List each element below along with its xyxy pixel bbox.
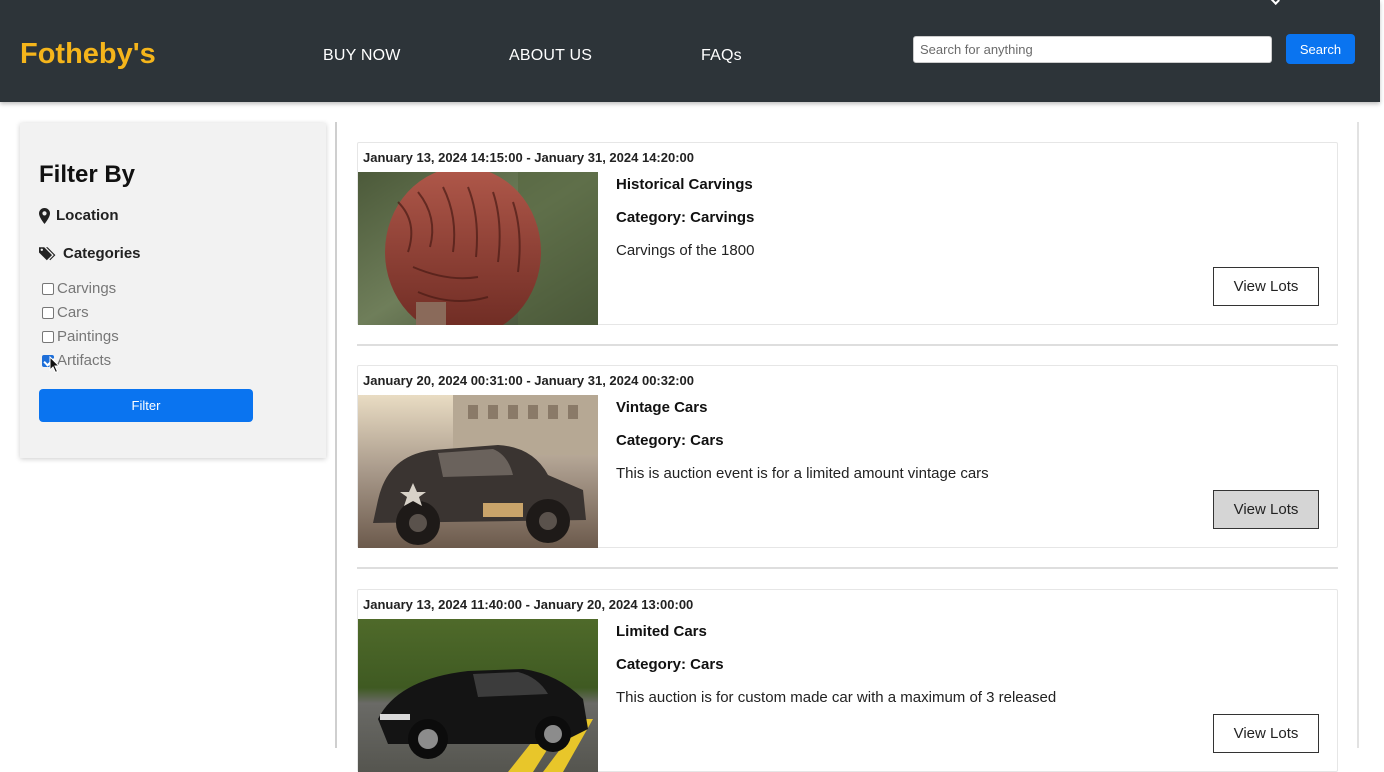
card-divider: [357, 344, 1338, 346]
category-label: Cars: [57, 304, 89, 321]
auction-description: This is auction event is for a limited a…: [616, 465, 989, 482]
location-filter[interactable]: Location: [39, 207, 119, 224]
checkbox-carvings[interactable]: [42, 282, 54, 295]
vintage-car-image[interactable]: [358, 395, 598, 548]
auction-card: January 20, 2024 00:31:00 - January 31, …: [357, 365, 1338, 548]
category-label: Paintings: [57, 328, 119, 345]
map-marker-icon: [39, 207, 50, 224]
auction-category: Category: Carvings: [616, 209, 755, 226]
category-label: Carvings: [57, 280, 117, 297]
auction-title[interactable]: Limited Cars: [616, 623, 707, 640]
auction-title[interactable]: Historical Carvings: [616, 176, 753, 193]
content-divider-right: [1357, 122, 1359, 748]
filter-title: Filter By: [39, 161, 136, 188]
category-cars[interactable]: Cars: [42, 304, 89, 321]
auction-category: Category: Cars: [616, 432, 724, 449]
content-divider-left: [335, 122, 337, 748]
auction-dates: January 13, 2024 14:15:00 - January 31, …: [363, 150, 695, 165]
auction-title[interactable]: Vintage Cars: [616, 399, 707, 416]
checkbox-cars[interactable]: [42, 306, 54, 319]
brand-logo[interactable]: Fotheby's: [20, 38, 156, 71]
carved-owl-image[interactable]: [358, 172, 598, 325]
filter-button[interactable]: Filter: [39, 389, 253, 422]
sports-car-image[interactable]: [358, 619, 598, 772]
auction-card: January 13, 2024 11:40:00 - January 20, …: [357, 589, 1338, 772]
tags-icon: [39, 246, 57, 261]
view-lots-button[interactable]: View Lots: [1213, 267, 1319, 306]
auction-description: Carvings of the 1800: [616, 242, 755, 259]
nav-faqs[interactable]: FAQs: [701, 47, 742, 65]
auction-card: January 13, 2024 14:15:00 - January 31, …: [357, 142, 1338, 325]
auction-dates: January 13, 2024 11:40:00 - January 20, …: [363, 597, 694, 612]
site-header: Fotheby's BUY NOW ABOUT US FAQs Search: [0, 0, 1380, 102]
search-input[interactable]: [913, 36, 1272, 63]
checkbox-paintings[interactable]: [42, 330, 54, 343]
auction-category: Category: Cars: [616, 656, 724, 673]
auction-description: This auction is for custom made car with…: [616, 689, 1057, 706]
nav-buy-now[interactable]: BUY NOW: [323, 47, 401, 65]
card-divider: [357, 567, 1338, 569]
auction-dates: January 20, 2024 00:31:00 - January 31, …: [363, 373, 695, 388]
nav-about-us[interactable]: ABOUT US: [509, 47, 592, 65]
view-lots-button[interactable]: View Lots: [1213, 490, 1319, 529]
checkmark-icon: [1270, 0, 1280, 5]
view-lots-button[interactable]: View Lots: [1213, 714, 1319, 753]
category-carvings[interactable]: Carvings: [42, 280, 116, 297]
search-button[interactable]: Search: [1286, 34, 1355, 64]
mouse-cursor-icon: [49, 356, 61, 374]
category-label: Artifacts: [57, 352, 112, 369]
location-label: Location: [56, 207, 119, 224]
categories-label: Categories: [63, 245, 141, 262]
categories-filter: Categories: [39, 245, 141, 262]
category-paintings[interactable]: Paintings: [42, 328, 119, 345]
filter-sidebar: Filter By Location Categories Carvings C…: [20, 123, 326, 458]
